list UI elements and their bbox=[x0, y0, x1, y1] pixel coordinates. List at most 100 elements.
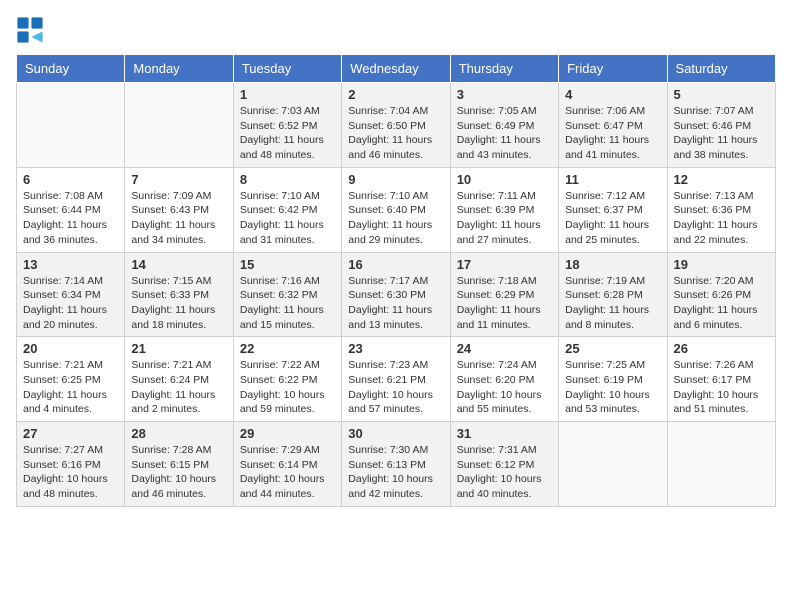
day-number: 18 bbox=[565, 257, 660, 272]
calendar-cell: 22Sunrise: 7:22 AM Sunset: 6:22 PM Dayli… bbox=[233, 337, 341, 422]
day-number: 27 bbox=[23, 426, 118, 441]
calendar-cell: 17 Sunrise: 7:18 AM Sunset: 6:29 PM Dayli… bbox=[450, 252, 558, 337]
day-info: Sunrise: 7:21 AM Sunset: 6:24 PM Dayligh… bbox=[131, 358, 226, 417]
day-of-week-header: Friday bbox=[559, 55, 667, 83]
day-number: 7 bbox=[131, 172, 226, 187]
calendar-cell: 19 Sunrise: 7:20 AM Sunset: 6:26 PM Dayli… bbox=[667, 252, 775, 337]
calendar-cell: 20 Sunrise: 7:21 AM Sunset: 6:25 PM Dayli… bbox=[17, 337, 125, 422]
calendar-cell: 12Sunrise: 7:13 AM Sunset: 6:36 PM Dayli… bbox=[667, 167, 775, 252]
day-info: Sunrise: 7:28 AM Sunset: 6:15 PM Dayligh… bbox=[131, 443, 226, 502]
day-of-week-header: Tuesday bbox=[233, 55, 341, 83]
calendar-cell: 10Sunrise: 7:11 AM Sunset: 6:39 PM Dayli… bbox=[450, 167, 558, 252]
day-info: Sunrise: 7:07 AM Sunset: 6:46 PM Dayligh… bbox=[674, 104, 769, 163]
calendar-cell: 1Sunrise: 7:03 AM Sunset: 6:52 PM Daylig… bbox=[233, 83, 341, 168]
day-number: 28 bbox=[131, 426, 226, 441]
calendar-cell: 23 Sunrise: 7:23 AM Sunset: 6:21 PM Dayli… bbox=[342, 337, 450, 422]
day-info: Sunrise: 7:20 AM Sunset: 6:26 PM Dayligh… bbox=[674, 274, 769, 333]
day-number: 21 bbox=[131, 341, 226, 356]
logo bbox=[16, 16, 48, 44]
day-info: Sunrise: 7:24 AM Sunset: 6:20 PM Dayligh… bbox=[457, 358, 552, 417]
calendar-cell: 24 Sunrise: 7:24 AM Sunset: 6:20 PM Dayli… bbox=[450, 337, 558, 422]
day-of-week-header: Thursday bbox=[450, 55, 558, 83]
calendar-cell: 30 Sunrise: 7:30 AM Sunset: 6:13 PM Dayli… bbox=[342, 422, 450, 507]
calendar-cell: 18 Sunrise: 7:19 AM Sunset: 6:28 PM Dayli… bbox=[559, 252, 667, 337]
calendar-cell bbox=[17, 83, 125, 168]
calendar-cell: 14 Sunrise: 7:15 AM Sunset: 6:33 PM Dayli… bbox=[125, 252, 233, 337]
day-number: 17 bbox=[457, 257, 552, 272]
day-info: Sunrise: 7:27 AM Sunset: 6:16 PM Dayligh… bbox=[23, 443, 118, 502]
day-number: 13 bbox=[23, 257, 118, 272]
day-number: 3 bbox=[457, 87, 552, 102]
day-info: Sunrise: 7:08 AM Sunset: 6:44 PM Dayligh… bbox=[23, 189, 118, 248]
calendar-cell: 15Sunrise: 7:16 AM Sunset: 6:32 PM Dayli… bbox=[233, 252, 341, 337]
calendar-cell: 4 Sunrise: 7:06 AM Sunset: 6:47 PM Daylig… bbox=[559, 83, 667, 168]
day-number: 23 bbox=[348, 341, 443, 356]
day-of-week-header: Wednesday bbox=[342, 55, 450, 83]
day-number: 16 bbox=[348, 257, 443, 272]
calendar-week-row: 13 Sunrise: 7:14 AM Sunset: 6:34 PM Dayli… bbox=[17, 252, 776, 337]
day-info: Sunrise: 7:11 AM Sunset: 6:39 PM Dayligh… bbox=[457, 189, 552, 248]
day-number: 11 bbox=[565, 172, 660, 187]
day-info: Sunrise: 7:29 AM Sunset: 6:14 PM Dayligh… bbox=[240, 443, 335, 502]
calendar-cell: 9Sunrise: 7:10 AM Sunset: 6:40 PM Daylig… bbox=[342, 167, 450, 252]
day-info: Sunrise: 7:23 AM Sunset: 6:21 PM Dayligh… bbox=[348, 358, 443, 417]
calendar-cell: 29 Sunrise: 7:29 AM Sunset: 6:14 PM Dayli… bbox=[233, 422, 341, 507]
day-info: Sunrise: 7:12 AM Sunset: 6:37 PM Dayligh… bbox=[565, 189, 660, 248]
day-info: Sunrise: 7:31 AM Sunset: 6:12 PM Dayligh… bbox=[457, 443, 552, 502]
day-number: 20 bbox=[23, 341, 118, 356]
day-number: 8 bbox=[240, 172, 335, 187]
calendar-week-row: 27 Sunrise: 7:27 AM Sunset: 6:16 PM Dayli… bbox=[17, 422, 776, 507]
day-info: Sunrise: 7:30 AM Sunset: 6:13 PM Dayligh… bbox=[348, 443, 443, 502]
day-number: 26 bbox=[674, 341, 769, 356]
day-number: 29 bbox=[240, 426, 335, 441]
days-of-week-row: SundayMondayTuesdayWednesdayThursdayFrid… bbox=[17, 55, 776, 83]
day-info: Sunrise: 7:09 AM Sunset: 6:43 PM Dayligh… bbox=[131, 189, 226, 248]
day-number: 24 bbox=[457, 341, 552, 356]
calendar-cell: 27 Sunrise: 7:27 AM Sunset: 6:16 PM Dayli… bbox=[17, 422, 125, 507]
day-info: Sunrise: 7:04 AM Sunset: 6:50 PM Dayligh… bbox=[348, 104, 443, 163]
day-info: Sunrise: 7:25 AM Sunset: 6:19 PM Dayligh… bbox=[565, 358, 660, 417]
day-number: 19 bbox=[674, 257, 769, 272]
calendar-table: SundayMondayTuesdayWednesdayThursdayFrid… bbox=[16, 54, 776, 507]
day-info: Sunrise: 7:10 AM Sunset: 6:42 PM Dayligh… bbox=[240, 189, 335, 248]
day-number: 4 bbox=[565, 87, 660, 102]
calendar-cell: 28 Sunrise: 7:28 AM Sunset: 6:15 PM Dayli… bbox=[125, 422, 233, 507]
calendar-cell: 8 Sunrise: 7:10 AM Sunset: 6:42 PM Daylig… bbox=[233, 167, 341, 252]
day-info: Sunrise: 7:18 AM Sunset: 6:29 PM Dayligh… bbox=[457, 274, 552, 333]
day-info: Sunrise: 7:21 AM Sunset: 6:25 PM Dayligh… bbox=[23, 358, 118, 417]
calendar-cell: 11 Sunrise: 7:12 AM Sunset: 6:37 PM Dayli… bbox=[559, 167, 667, 252]
day-info: Sunrise: 7:15 AM Sunset: 6:33 PM Dayligh… bbox=[131, 274, 226, 333]
calendar-cell: 16 Sunrise: 7:17 AM Sunset: 6:30 PM Dayli… bbox=[342, 252, 450, 337]
day-info: Sunrise: 7:13 AM Sunset: 6:36 PM Dayligh… bbox=[674, 189, 769, 248]
calendar-week-row: 1Sunrise: 7:03 AM Sunset: 6:52 PM Daylig… bbox=[17, 83, 776, 168]
day-of-week-header: Sunday bbox=[17, 55, 125, 83]
day-number: 30 bbox=[348, 426, 443, 441]
day-number: 6 bbox=[23, 172, 118, 187]
calendar-cell bbox=[559, 422, 667, 507]
calendar-cell: 6 Sunrise: 7:08 AM Sunset: 6:44 PM Daylig… bbox=[17, 167, 125, 252]
day-info: Sunrise: 7:22 AM Sunset: 6:22 PM Dayligh… bbox=[240, 358, 335, 417]
calendar-cell: 5 Sunrise: 7:07 AM Sunset: 6:46 PM Daylig… bbox=[667, 83, 775, 168]
day-info: Sunrise: 7:05 AM Sunset: 6:49 PM Dayligh… bbox=[457, 104, 552, 163]
day-of-week-header: Monday bbox=[125, 55, 233, 83]
calendar-cell bbox=[125, 83, 233, 168]
day-number: 14 bbox=[131, 257, 226, 272]
day-number: 9 bbox=[348, 172, 443, 187]
day-number: 5 bbox=[674, 87, 769, 102]
day-info: Sunrise: 7:06 AM Sunset: 6:47 PM Dayligh… bbox=[565, 104, 660, 163]
calendar-cell: 2 Sunrise: 7:04 AM Sunset: 6:50 PM Daylig… bbox=[342, 83, 450, 168]
day-info: Sunrise: 7:19 AM Sunset: 6:28 PM Dayligh… bbox=[565, 274, 660, 333]
calendar-cell: 13 Sunrise: 7:14 AM Sunset: 6:34 PM Dayli… bbox=[17, 252, 125, 337]
day-number: 25 bbox=[565, 341, 660, 356]
calendar-cell: 31Sunrise: 7:31 AM Sunset: 6:12 PM Dayli… bbox=[450, 422, 558, 507]
logo-icon bbox=[16, 16, 44, 44]
day-info: Sunrise: 7:16 AM Sunset: 6:32 PM Dayligh… bbox=[240, 274, 335, 333]
day-info: Sunrise: 7:17 AM Sunset: 6:30 PM Dayligh… bbox=[348, 274, 443, 333]
calendar-week-row: 20 Sunrise: 7:21 AM Sunset: 6:25 PM Dayli… bbox=[17, 337, 776, 422]
day-of-week-header: Saturday bbox=[667, 55, 775, 83]
calendar-cell: 3 Sunrise: 7:05 AM Sunset: 6:49 PM Daylig… bbox=[450, 83, 558, 168]
calendar-cell: 25 Sunrise: 7:25 AM Sunset: 6:19 PM Dayli… bbox=[559, 337, 667, 422]
day-number: 2 bbox=[348, 87, 443, 102]
day-info: Sunrise: 7:26 AM Sunset: 6:17 PM Dayligh… bbox=[674, 358, 769, 417]
day-info: Sunrise: 7:14 AM Sunset: 6:34 PM Dayligh… bbox=[23, 274, 118, 333]
